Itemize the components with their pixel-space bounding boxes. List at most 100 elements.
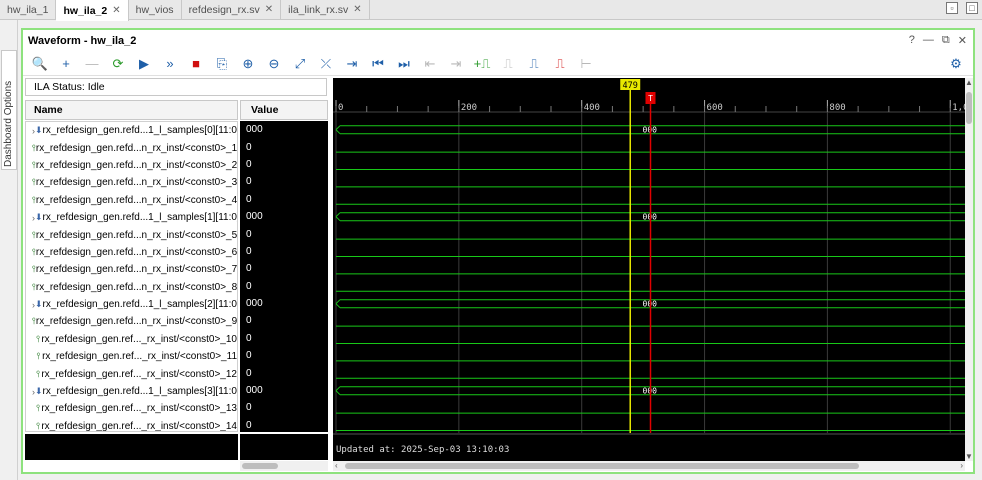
export-icon[interactable]: ⎘: [209, 53, 235, 75]
signal-row[interactable]: ⫯ rx_refdesign_gen.refd...n_rx_inst/<cons…: [26, 157, 237, 174]
signal-row[interactable]: ⫯ rx_refdesign_gen.ref..._rx_inst/<const0…: [26, 365, 237, 382]
signal-value: 000: [246, 385, 263, 397]
signal-bus-row[interactable]: › ⬇ rx_refdesign_gen.refd...1_l_samples[3]…: [26, 383, 237, 400]
next-transition-icon[interactable]: ⇥: [443, 53, 469, 75]
scroll-right-icon[interactable]: ›: [960, 461, 963, 470]
signal-bus-row[interactable]: › ⬇ rx_refdesign_gen.refd...1_l_samples[0]…: [26, 122, 237, 139]
signal-row[interactable]: ⫯ rx_refdesign_gen.refd...n_rx_inst/<cons…: [26, 313, 237, 330]
restore-window-icon[interactable]: ▫: [946, 2, 958, 14]
value-horizontal-scrollbar[interactable]: [240, 461, 328, 471]
signal-name: rx_refdesign_gen.refd...n_rx_inst/<const…: [35, 264, 238, 276]
tab-hw-ila-2[interactable]: hw_ila_2 ✕: [56, 0, 129, 21]
tab-refdesign-rx-sv[interactable]: refdesign_rx.sv ✕: [182, 0, 282, 20]
run-immediate-icon[interactable]: »: [157, 53, 183, 75]
zoom-in-icon[interactable]: ⊕: [235, 53, 261, 75]
signal-name: rx_refdesign_gen.refd...n_rx_inst/<const…: [35, 142, 238, 154]
zoom-out-icon[interactable]: ⊖: [261, 53, 287, 75]
add-probe-icon[interactable]: +: [53, 53, 79, 75]
add-marker-icon[interactable]: +⎍: [469, 53, 495, 75]
waveform-canvas[interactable]: 02004006008001,0000000000000479TUpdated …: [333, 78, 965, 461]
run-trigger-icon[interactable]: ▶: [131, 53, 157, 75]
scrollbar-thumb[interactable]: [966, 92, 972, 124]
side-strip: Dashboard Options: [0, 20, 18, 480]
cursor-label: 479: [623, 81, 638, 91]
signal-value: 0: [246, 176, 252, 188]
signal-value: 0: [246, 419, 252, 431]
signal-row[interactable]: ⫯ rx_refdesign_gen.refd...n_rx_inst/<cons…: [26, 139, 237, 156]
signal-row[interactable]: ⫯ rx_refdesign_gen.refd...n_rx_inst/<cons…: [26, 226, 237, 243]
signal-value: 0: [246, 158, 252, 170]
tab-ila-link-rx-sv[interactable]: ila_link_rx.sv ✕: [281, 0, 370, 20]
gear-icon[interactable]: ⚙: [943, 53, 969, 75]
signal-row[interactable]: ⫯ rx_refdesign_gen.refd...n_rx_inst/<cons…: [26, 279, 237, 296]
signal-row[interactable]: ⫯ rx_refdesign_gen.ref..._rx_inst/<const0…: [26, 418, 237, 432]
tab-close-icon[interactable]: ✕: [353, 0, 361, 20]
name-column-header[interactable]: Name: [25, 100, 238, 120]
signal-value: 0: [246, 367, 252, 379]
signal-name: rx_refdesign_gen.ref..._rx_inst/<const0>…: [42, 351, 237, 363]
minimize-icon[interactable]: —: [923, 34, 934, 47]
signal-row[interactable]: ⫯ rx_refdesign_gen.refd...n_rx_inst/<cons…: [26, 244, 237, 261]
zoom-fit-icon[interactable]: ⤢: [287, 53, 313, 75]
signal-value: 0: [246, 280, 252, 292]
go-to-end-icon[interactable]: ⏭: [391, 53, 417, 75]
value-column-header[interactable]: Value: [240, 100, 328, 120]
swap-cursor-icon[interactable]: ⤫: [313, 53, 339, 75]
bus-probe-icon: ⬇: [35, 299, 43, 310]
scroll-down-icon[interactable]: ▼: [965, 452, 973, 461]
signal-value: 0: [246, 245, 252, 257]
signal-row[interactable]: ⫯ rx_refdesign_gen.ref..._rx_inst/<const0…: [26, 400, 237, 417]
remove-probe-icon[interactable]: —: [79, 53, 105, 75]
tab-close-icon[interactable]: ✕: [265, 0, 273, 20]
bus-probe-icon: ⬇: [35, 212, 43, 223]
tab-hw-ila-1[interactable]: hw_ila_1: [0, 0, 57, 20]
updated-at-label: Updated at: 2025-Sep-03 13:10:03: [336, 445, 509, 455]
scrollbar-thumb[interactable]: [345, 463, 859, 469]
prev-marker-icon[interactable]: ⎍: [495, 53, 521, 75]
trigger-marker-label: T: [648, 94, 653, 103]
help-icon[interactable]: ?: [909, 34, 915, 47]
signal-row[interactable]: ⫯ rx_refdesign_gen.refd...n_rx_inst/<cons…: [26, 261, 237, 278]
tab-label: refdesign_rx.sv: [188, 4, 260, 16]
maximize-window-icon[interactable]: □: [966, 2, 978, 14]
signal-value-list: 000 0 0 0 0 000 0 0 0 0 000 0 0 0 0 000 0 0: [240, 121, 328, 432]
scroll-left-icon[interactable]: ‹: [335, 461, 338, 470]
close-icon[interactable]: ✕: [958, 34, 967, 47]
signal-row[interactable]: ⫯ rx_refdesign_gen.refd...n_rx_inst/<cons…: [26, 174, 237, 191]
go-to-cursor-icon[interactable]: ⇥: [339, 53, 365, 75]
tab-close-icon[interactable]: ✕: [112, 1, 120, 21]
signal-row[interactable]: ⫯ rx_refdesign_gen.ref..._rx_inst/<const0…: [26, 348, 237, 365]
go-to-start-icon[interactable]: ⏮: [365, 53, 391, 75]
run-trigger-immediate-icon[interactable]: ⟳: [105, 53, 131, 75]
next-marker-icon[interactable]: ⎍: [521, 53, 547, 75]
signal-bus-row[interactable]: › ⬇ rx_refdesign_gen.refd...1_l_samples[2]…: [26, 296, 237, 313]
signal-bus-row[interactable]: › ⬇ rx_refdesign_gen.refd...1_l_samples[1]…: [26, 209, 237, 226]
dashboard-options-tab[interactable]: Dashboard Options: [1, 50, 17, 170]
signal-value: 0: [246, 228, 252, 240]
dashboard-options-label: Dashboard Options: [3, 80, 14, 167]
signal-value: 0: [246, 402, 252, 414]
name-column-footer: [25, 433, 238, 460]
signal-row[interactable]: ⫯ rx_refdesign_gen.refd...n_rx_inst/<cons…: [26, 192, 237, 209]
search-icon[interactable]: 🔍: [27, 53, 53, 75]
waveform-vertical-scrollbar[interactable]: ▲ ▼: [965, 78, 973, 461]
signal-name: rx_refdesign_gen.refd...1_l_samples[3][1…: [42, 386, 238, 398]
signal-name: rx_refdesign_gen.ref..._rx_inst/<const0>…: [41, 368, 237, 380]
signal-name: rx_refdesign_gen.refd...n_rx_inst/<const…: [35, 229, 238, 241]
signal-value: 0: [246, 350, 252, 362]
waveform-horizontal-scrollbar[interactable]: ‹ ›: [333, 461, 965, 471]
tab-label: ila_link_rx.sv: [288, 4, 349, 16]
stop-trigger-icon[interactable]: ■: [183, 53, 209, 75]
swap-markers-icon[interactable]: ⎍: [547, 53, 573, 75]
prev-transition-icon[interactable]: ⇤: [417, 53, 443, 75]
scroll-up-icon[interactable]: ▲: [965, 78, 973, 87]
signal-value: 0: [246, 263, 252, 275]
fit-markers-icon[interactable]: ⊢: [573, 53, 599, 75]
signal-name: rx_refdesign_gen.ref..._rx_inst/<const0>…: [41, 420, 237, 432]
tab-label: hw_ila_1: [7, 4, 49, 16]
restore-icon[interactable]: ⧉: [942, 34, 950, 47]
signal-row[interactable]: ⫯ rx_refdesign_gen.ref..._rx_inst/<const0…: [26, 331, 237, 348]
scrollbar-thumb[interactable]: [242, 463, 278, 469]
tab-label: hw_vios: [135, 4, 174, 16]
tab-hw-vios[interactable]: hw_vios: [129, 0, 182, 20]
